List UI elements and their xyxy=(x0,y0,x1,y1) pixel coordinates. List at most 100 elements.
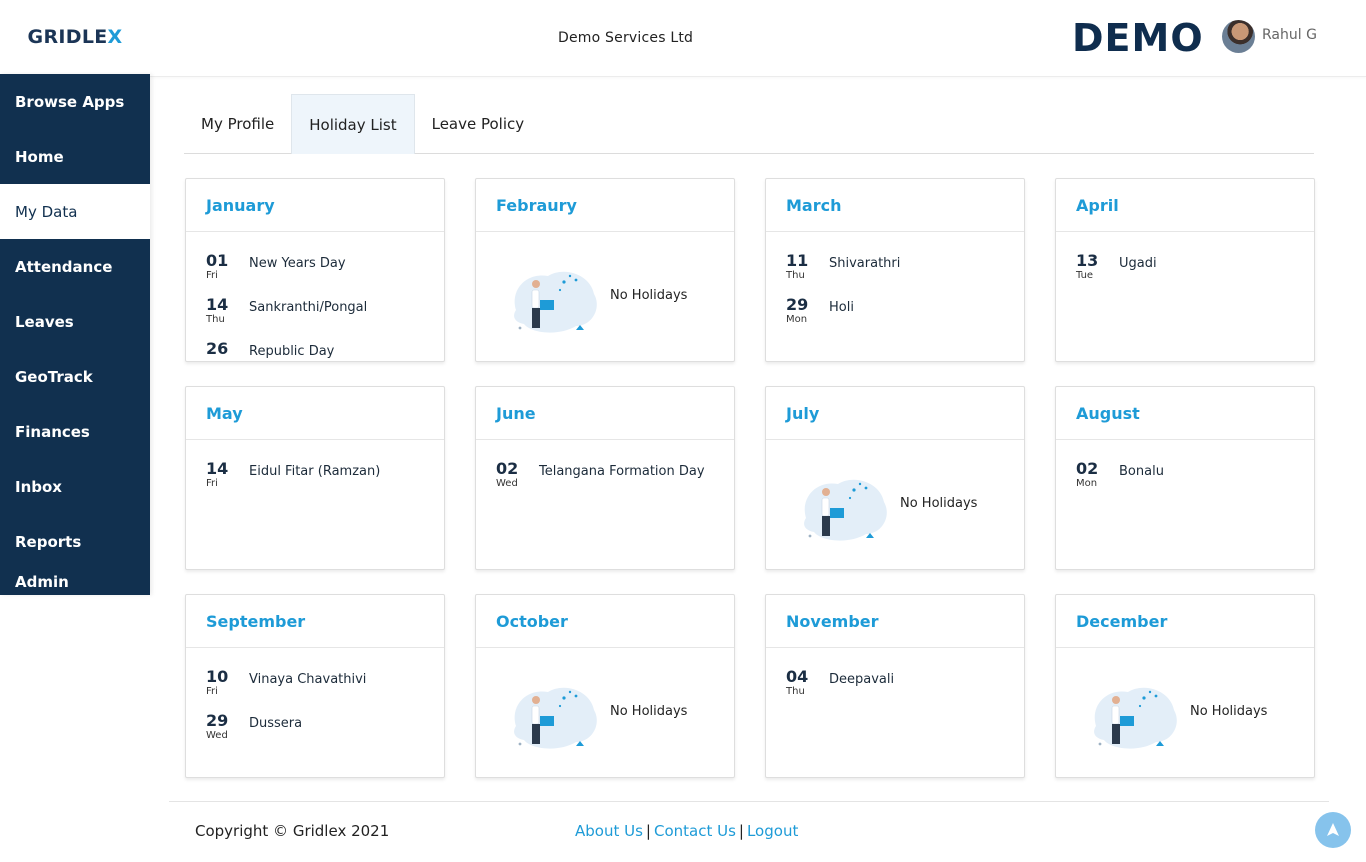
logo-text: GRIDLE xyxy=(27,26,108,48)
sidebar-item-attendance[interactable]: Attendance xyxy=(0,239,150,294)
holiday-name: Telangana Formation Day xyxy=(539,464,705,479)
sidebar-item-leaves[interactable]: Leaves xyxy=(0,294,150,349)
holiday-date: 14 Fri xyxy=(206,460,249,490)
holiday-row: 04 Thu Deepavali xyxy=(786,668,1004,712)
month-body: No Holidays xyxy=(766,440,1024,548)
holiday-day-number: 14 xyxy=(206,459,229,478)
empty-state-illustration xyxy=(804,479,887,541)
arrow-up-icon xyxy=(1327,823,1339,836)
holiday-date: 02 Wed xyxy=(496,460,539,490)
month-title: August xyxy=(1056,387,1314,440)
month-card-august: August 02 Mon Bonalu xyxy=(1055,386,1315,570)
holiday-weekday: Tue xyxy=(1076,270,1094,281)
month-title: Febraury xyxy=(476,179,734,232)
month-title: December xyxy=(1056,595,1314,648)
sidebar-item-geotrack[interactable]: GeoTrack xyxy=(0,349,150,404)
month-card-june: June 02 Wed Telangana Formation Day xyxy=(475,386,735,570)
holiday-row: 29 Mon Holi xyxy=(786,296,1004,340)
sidebar-item-finances[interactable]: Finances xyxy=(0,404,150,459)
holiday-date: 01 Fri xyxy=(206,252,249,282)
holiday-date: 11 Thu xyxy=(786,252,829,282)
holiday-name: Ugadi xyxy=(1119,256,1157,271)
holiday-weekday: Thu xyxy=(786,270,805,281)
holiday-date: 10 Fri xyxy=(206,668,249,698)
holiday-row: 02 Mon Bonalu xyxy=(1076,460,1294,504)
logo-x: X xyxy=(107,26,123,48)
holiday-row: 01 Fri New Years Day xyxy=(206,252,424,296)
holiday-date: 29 Wed xyxy=(206,712,249,742)
month-title: May xyxy=(186,387,444,440)
holiday-row: 14 Thu Sankranthi/Pongal xyxy=(206,296,424,340)
holiday-name: Eidul Fitar (Ramzan) xyxy=(249,464,381,479)
holiday-day-number: 29 xyxy=(786,295,809,314)
holiday-day-number: 29 xyxy=(206,711,229,730)
sidebar-item-inbox[interactable]: Inbox xyxy=(0,459,150,514)
holiday-day-number: 10 xyxy=(206,667,229,686)
month-body: 02 Mon Bonalu xyxy=(1056,440,1314,504)
holiday-day-number: 01 xyxy=(206,251,229,270)
holiday-date: 13 Tue xyxy=(1076,252,1119,282)
sidebar: GRIDLEX Browse Apps Home My Data Attendance… xyxy=(0,0,150,862)
holiday-weekday: Fri xyxy=(206,270,218,281)
tab-my-profile[interactable]: My Profile xyxy=(184,94,291,154)
scroll-top-button[interactable] xyxy=(1315,812,1351,848)
profile-tabs: My Profile Holiday List Leave Policy xyxy=(184,94,1314,154)
month-body: 02 Wed Telangana Formation Day xyxy=(476,440,734,504)
month-card-october: October No Holidays xyxy=(475,594,735,778)
holiday-name: Deepavali xyxy=(829,672,895,687)
contact-us-link[interactable]: Contact Us xyxy=(654,822,736,840)
holiday-day-number: 26 xyxy=(206,339,229,358)
empty-state-illustration xyxy=(514,687,597,749)
tab-leave-policy[interactable]: Leave Policy xyxy=(415,94,542,154)
holiday-weekday: Mon xyxy=(786,314,808,325)
month-body: 01 Fri New Years Day 14 Thu Sankranthi/Pongal… xyxy=(186,232,444,361)
holiday-weekday: Wed xyxy=(206,730,228,741)
company-name: Demo Services Ltd xyxy=(558,30,694,46)
user-name[interactable]: Rahul G xyxy=(1262,27,1317,43)
holiday-name: New Years Day xyxy=(249,256,346,271)
holiday-row: 13 Tue Ugadi xyxy=(1076,252,1294,296)
holiday-date: 29 Mon xyxy=(786,296,829,326)
month-card-july: July No Holidays xyxy=(765,386,1025,570)
tab-holiday-list[interactable]: Holiday List xyxy=(291,94,415,154)
avatar[interactable] xyxy=(1222,20,1255,53)
sidebar-item-admin[interactable]: Admin xyxy=(0,569,150,595)
holiday-weekday: Fri xyxy=(206,478,218,489)
holiday-weekday: Fri xyxy=(206,686,218,697)
copyright-text: Copyright © Gridlex 2021 xyxy=(195,822,390,840)
holiday-row: 26 Republic Day xyxy=(206,339,424,361)
sidebar-item-my-data[interactable]: My Data xyxy=(0,184,150,239)
empty-state-illustration xyxy=(514,271,597,333)
month-title: October xyxy=(476,595,734,648)
holiday-weekday: Thu xyxy=(206,314,225,325)
month-title: July xyxy=(766,387,1024,440)
sidebar-item-home[interactable]: Home xyxy=(0,129,150,184)
logo-area[interactable]: GRIDLEX xyxy=(0,0,150,74)
gridlex-logo[interactable]: GRIDLEX xyxy=(28,26,123,48)
month-card-december: December No Holidays xyxy=(1055,594,1315,778)
about-us-link[interactable]: About Us xyxy=(575,822,643,840)
holiday-date: 14 Thu xyxy=(206,296,249,326)
holiday-row: 29 Wed Dussera xyxy=(206,712,424,756)
holiday-day-number: 02 xyxy=(496,459,519,478)
sidebar-item-reports[interactable]: Reports xyxy=(0,514,150,569)
app-root: GRIDLEX Browse Apps Home My Data Attendance… xyxy=(0,0,1366,862)
month-body: 10 Fri Vinaya Chavathivi 29 Wed Dussera xyxy=(186,648,444,756)
holiday-day-number: 04 xyxy=(786,667,809,686)
month-title: January xyxy=(186,179,444,232)
holiday-weekday: Thu xyxy=(786,686,805,697)
holiday-weekday: Mon xyxy=(1076,478,1098,489)
month-title: November xyxy=(766,595,1024,648)
month-card-january: January 01 Fri New Years Day 14 Thu Sankranthi… xyxy=(185,178,445,362)
month-body: No Holidays xyxy=(476,648,734,756)
month-title: March xyxy=(766,179,1024,232)
sidebar-item-browse-apps[interactable]: Browse Apps xyxy=(0,74,150,129)
no-holidays-text: No Holidays xyxy=(610,703,688,719)
logout-link[interactable]: Logout xyxy=(747,822,798,840)
month-body: 11 Thu Shivarathri 29 Mon Holi xyxy=(766,232,1024,340)
holiday-name: Sankranthi/Pongal xyxy=(249,300,368,315)
no-holidays-text: No Holidays xyxy=(900,495,978,511)
month-body: 04 Thu Deepavali xyxy=(766,648,1024,712)
holiday-weekday: Wed xyxy=(496,478,518,489)
holiday-name: Republic Day xyxy=(249,344,335,359)
